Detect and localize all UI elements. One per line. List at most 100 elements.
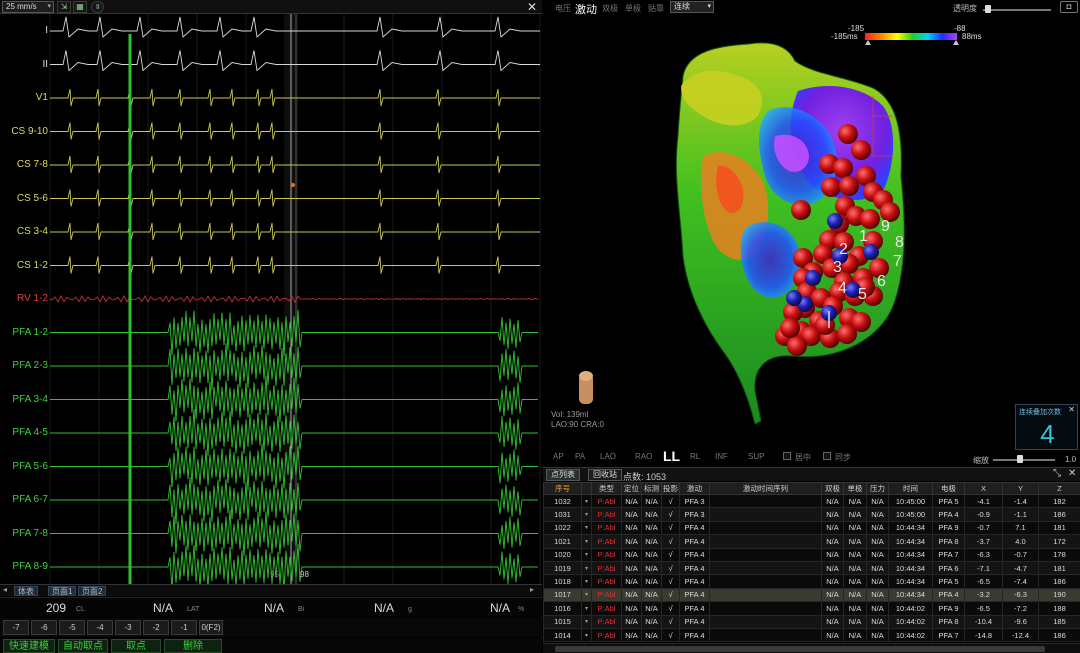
ablation-point[interactable] — [833, 158, 853, 178]
pause-icon[interactable]: ॥ — [91, 1, 104, 13]
ablation-point[interactable] — [780, 318, 800, 338]
ablation-point[interactable] — [838, 124, 858, 144]
ecg-trace-area[interactable]: I II V1 CS 9-10 CS 7-8 CS 5-6 CS 3-4 CS 1-2 RV 1… — [0, 14, 542, 584]
table-row[interactable]: 1018 ▾ P:Abl N/A N/A √ PFA 4 N/A N/A N/A 10:44:34 P… — [543, 574, 1080, 589]
table-row[interactable]: 1022 ▾ P:Abl N/A N/A √ PFA 4 N/A N/A N/A 10:44:34 P… — [543, 520, 1080, 536]
transparency-slider-thumb[interactable] — [985, 5, 991, 13]
row-dropdown-icon[interactable]: ▾ — [581, 614, 592, 629]
tab-recycle-bin[interactable]: 回收站 — [588, 469, 622, 481]
view-lao[interactable]: LAO — [600, 452, 616, 461]
column-header[interactable]: 双极 — [821, 482, 844, 495]
auto-point-button[interactable]: 自动取点 — [58, 639, 108, 653]
column-header[interactable]: 标测 — [641, 482, 662, 495]
view-inf[interactable]: INF — [715, 452, 728, 461]
column-header[interactable]: 电极 — [932, 482, 965, 495]
ablation-point[interactable] — [791, 200, 811, 220]
table-row[interactable]: 1014 ▾ P:Abl N/A N/A √ PFA 4 N/A N/A N/A 10:44:02 P… — [543, 627, 1080, 643]
offset-button-m5[interactable]: -5 — [59, 620, 85, 635]
table-row[interactable]: 1020 ▾ P:Abl N/A N/A √ PFA 4 N/A N/A N/A 10:44:34 P… — [543, 547, 1080, 562]
ablation-point[interactable] — [851, 140, 871, 160]
scroll-right-icon[interactable]: ▸ — [530, 585, 534, 594]
row-dropdown-icon[interactable]: ▾ — [581, 601, 592, 616]
row-dropdown-icon[interactable]: ▾ — [581, 560, 592, 576]
column-header[interactable]: Z — [1038, 482, 1080, 495]
ablation-point[interactable] — [860, 209, 880, 229]
table-scrollbar-thumb[interactable] — [555, 646, 1045, 652]
column-header[interactable] — [581, 482, 592, 495]
offset-button-m4[interactable]: -4 — [87, 620, 113, 635]
close-icon[interactable]: ✕ — [1068, 468, 1076, 479]
expand-icon[interactable]: ⤡ — [1053, 468, 1061, 479]
column-header[interactable]: 激动时间序列 — [709, 482, 822, 495]
catheter-electrode[interactable] — [827, 213, 843, 229]
row-dropdown-icon[interactable]: ▾ — [581, 507, 592, 522]
3d-activation-map[interactable]: 123 4 567 89 — [543, 16, 1080, 436]
ablation-point[interactable] — [837, 324, 857, 344]
row-dropdown-icon[interactable]: ▾ — [581, 520, 592, 536]
center-checkbox[interactable] — [783, 452, 791, 460]
row-dropdown-icon[interactable]: ▾ — [581, 534, 592, 549]
ablation-point[interactable] — [839, 176, 859, 196]
sync-checkbox[interactable] — [823, 452, 831, 460]
ablation-point[interactable] — [787, 336, 807, 356]
offset-button-m3[interactable]: -3 — [115, 620, 141, 635]
view-ll[interactable]: LL — [663, 448, 680, 464]
mode-bipolar[interactable]: 双极 — [602, 3, 618, 14]
offset-button-m2[interactable]: -2 — [143, 620, 169, 635]
offset-button-m1[interactable]: -1 — [171, 620, 197, 635]
view-ap[interactable]: AP — [553, 452, 564, 461]
column-header[interactable]: 定位 — [621, 482, 642, 495]
column-header[interactable]: 投影 — [661, 482, 680, 495]
view-sup[interactable]: SUP — [748, 452, 764, 461]
view-rl[interactable]: RL — [690, 452, 700, 461]
tab-point-list[interactable]: 点列表 — [546, 469, 580, 481]
table-row[interactable]: 1032 ▾ P:Abl N/A N/A √ PFA 3 N/A N/A N/A 10:45:00 P… — [543, 493, 1080, 509]
tab-surface[interactable]: 体表 — [14, 586, 38, 596]
column-header[interactable]: Y — [1002, 482, 1039, 495]
table-scrollbar[interactable] — [543, 643, 1080, 653]
camera-icon[interactable]: ◘ — [1060, 1, 1078, 13]
column-header[interactable]: 类型 — [591, 482, 622, 495]
table-row[interactable]: 1021 ▾ P:Abl N/A N/A √ PFA 4 N/A N/A N/A 10:44:34 P… — [543, 534, 1080, 549]
quick-model-button[interactable]: 快速建模 — [3, 639, 55, 653]
row-dropdown-icon[interactable]: ▾ — [581, 587, 592, 603]
mode-unipolar[interactable]: 单极 — [625, 3, 641, 14]
close-icon[interactable]: ✕ — [527, 0, 537, 14]
sweep-speed-select[interactable]: 25 mm/s ▾ — [2, 1, 54, 13]
column-header[interactable]: X — [964, 482, 1003, 495]
table-row[interactable]: 1017 ▾ P:Abl N/A N/A √ PFA 4 N/A N/A N/A 10:44:34 P… — [543, 587, 1080, 603]
catheter-electrode[interactable] — [863, 244, 879, 260]
catheter-electrode[interactable] — [805, 270, 821, 286]
offset-button-zero[interactable]: 0(F2) — [199, 620, 223, 635]
column-header[interactable]: 激动 — [679, 482, 710, 495]
close-icon[interactable]: ✕ — [1068, 405, 1075, 414]
table-row[interactable]: 1019 ▾ P:Abl N/A N/A √ PFA 4 N/A N/A N/A 10:44:34 P… — [543, 560, 1080, 576]
catheter-electrode[interactable] — [786, 290, 802, 306]
zoom-slider-thumb[interactable] — [1017, 455, 1023, 463]
column-header[interactable]: 压力 — [866, 482, 889, 495]
column-header[interactable]: 时间 — [888, 482, 933, 495]
caliper-icon[interactable]: ⇲ — [57, 1, 71, 13]
scroll-left-icon[interactable]: ◂ — [3, 585, 7, 594]
row-dropdown-icon[interactable]: ▾ — [581, 493, 592, 509]
row-dropdown-icon[interactable]: ▾ — [581, 574, 592, 589]
view-pa[interactable]: PA — [575, 452, 585, 461]
table-row[interactable]: 1016 ▾ P:Abl N/A N/A √ PFA 4 N/A N/A N/A 10:44:02 P… — [543, 601, 1080, 616]
table-row[interactable]: 1015 ▾ P:Abl N/A N/A √ PFA 4 N/A N/A N/A 10:44:02 P… — [543, 614, 1080, 629]
scale-icon[interactable]: ▦ — [73, 1, 87, 13]
mode-voltage[interactable]: 电压 — [555, 3, 571, 14]
take-point-button[interactable]: 取点 — [111, 639, 161, 653]
delete-button[interactable]: 删除 — [164, 639, 222, 653]
mode-activation[interactable]: 激动 — [575, 1, 597, 17]
sort-column-header[interactable]: 序号 — [543, 482, 582, 495]
view-rao[interactable]: RAO — [635, 452, 652, 461]
transparency-slider[interactable] — [983, 9, 1051, 11]
mode-select[interactable]: 连续 ▾ — [670, 1, 714, 13]
tab-page2[interactable]: 页面2 — [78, 586, 107, 596]
table-row[interactable]: 1031 ▾ P:Abl N/A N/A √ PFA 3 N/A N/A N/A 10:45:00 P… — [543, 507, 1080, 522]
offset-button-m6[interactable]: -6 — [31, 620, 57, 635]
zoom-slider[interactable] — [993, 459, 1055, 461]
tab-page1[interactable]: 页面1 — [48, 586, 77, 596]
ablation-point[interactable] — [821, 177, 841, 197]
mode-contact[interactable]: 贴靠 — [648, 3, 664, 14]
